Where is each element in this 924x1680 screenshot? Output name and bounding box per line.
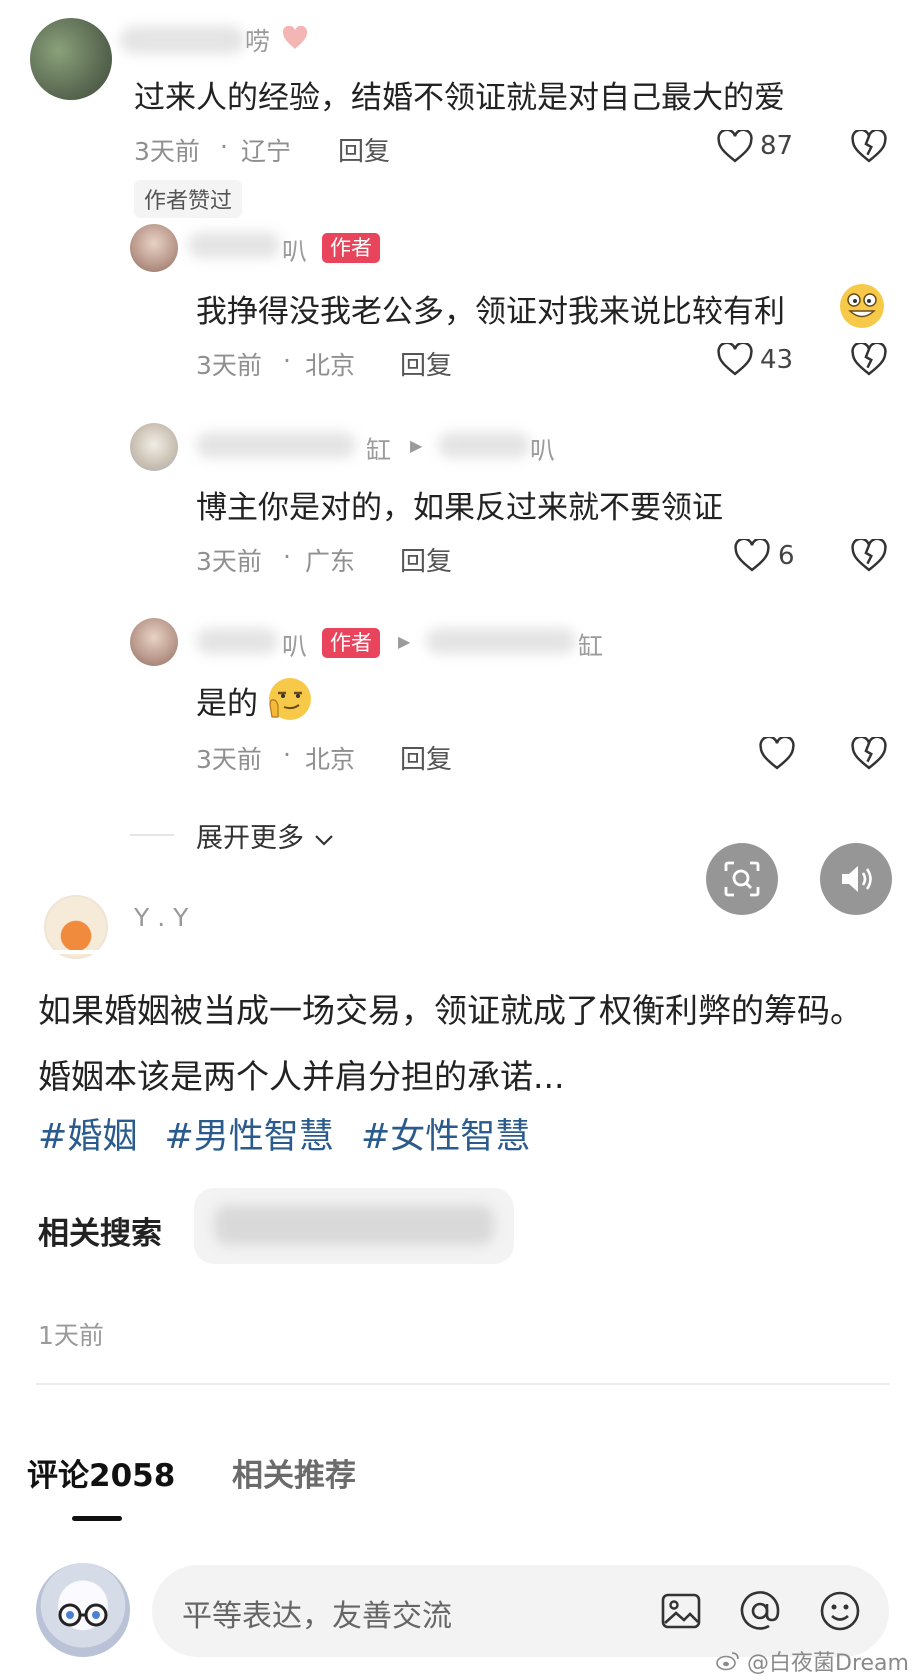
reply-button[interactable]: 回复	[338, 131, 390, 168]
reply-button[interactable]: 回复	[400, 739, 452, 776]
blurred-username	[196, 628, 278, 654]
reply-target-suffix[interactable]: 叭	[530, 431, 555, 467]
like-icon[interactable]	[733, 539, 771, 573]
reply-button[interactable]: 回复	[400, 541, 452, 578]
username-suffix[interactable]: 叭	[282, 232, 307, 268]
my-avatar[interactable]	[36, 1563, 130, 1657]
blurred-username	[196, 432, 356, 458]
comment-input-placeholder: 平等表达，友善交流	[182, 1599, 452, 1634]
content-card-edge	[0, 950, 924, 954]
reply-arrow-icon: ▶	[398, 632, 411, 651]
avatar[interactable]	[130, 423, 178, 471]
username-suffix[interactable]: 唠	[245, 22, 270, 58]
meta-dot: ·	[283, 542, 291, 571]
blurred-username	[438, 432, 530, 458]
dislike-icon[interactable]	[850, 130, 888, 164]
comment-text: 博主你是对的，如果反过来就不要领证	[196, 490, 723, 526]
author-badge: 作者	[322, 233, 380, 263]
post-time: 1天前	[38, 1321, 104, 1350]
author-badge: 作者	[322, 628, 380, 658]
comment-time: 3天前	[196, 351, 262, 380]
like-count: 87	[760, 131, 794, 161]
sound-button[interactable]	[820, 843, 892, 915]
comment-location: 辽宁	[241, 137, 292, 166]
reply-button[interactable]: 回复	[400, 345, 452, 382]
grin-emoji-icon	[838, 282, 886, 330]
divider	[36, 1383, 890, 1385]
scan-search-icon	[724, 861, 760, 897]
comment-time: 3天前	[196, 745, 262, 774]
dislike-icon[interactable]	[850, 343, 888, 377]
speaker-icon	[842, 866, 872, 892]
post-body: 如果婚姻被当成一场交易，领证就成了权衡利弊的筹码。婚姻本该是两个人并肩分担的承诺…	[38, 991, 863, 1096]
blurred-username	[120, 26, 245, 54]
comment-text: 是的	[196, 686, 258, 722]
hashtag[interactable]: #女性智慧	[361, 1117, 530, 1157]
comment-location: 北京	[305, 351, 356, 380]
blurred-username	[426, 628, 576, 654]
author-liked-tag: 作者赞过	[134, 180, 243, 218]
post-author-name[interactable]: Y . Y	[134, 903, 188, 932]
comment-time: 3天前	[134, 137, 200, 166]
avatar[interactable]	[30, 18, 112, 100]
scan-search-button[interactable]	[706, 843, 778, 915]
expand-more-button[interactable]: 展开更多	[196, 816, 335, 855]
comment-location: 北京	[305, 745, 356, 774]
expand-more-label: 展开更多	[196, 823, 304, 854]
watermark-text: @白夜菌Dream	[747, 1651, 909, 1676]
image-icon[interactable]	[660, 1591, 702, 1631]
related-search-label: 相关搜索	[38, 1216, 162, 1252]
avatar[interactable]	[130, 224, 178, 272]
weibo-logo-icon	[716, 1651, 740, 1677]
like-icon[interactable]	[716, 343, 754, 377]
meta-dot: ·	[220, 132, 228, 161]
expand-divider	[130, 834, 174, 836]
like-count: 43	[760, 345, 794, 375]
hashtag[interactable]: #男性智慧	[164, 1117, 333, 1157]
like-icon[interactable]	[758, 737, 796, 771]
tab-related-recommend[interactable]: 相关推荐	[232, 1450, 356, 1495]
hashtag[interactable]: #婚姻	[38, 1117, 137, 1157]
emoji-icon[interactable]	[818, 1589, 862, 1633]
dislike-icon[interactable]	[850, 539, 888, 573]
comment-time: 3天前	[196, 547, 262, 576]
blurred-username	[188, 232, 280, 258]
watermark: @白夜菌Dream	[716, 1645, 909, 1677]
mention-icon[interactable]	[738, 1589, 782, 1633]
smirk-emoji-icon	[266, 675, 314, 723]
comment-text: 过来人的经验，结婚不领证就是对自己最大的爱	[134, 80, 785, 116]
reply-target-suffix[interactable]: 缸	[578, 627, 603, 663]
heart-emoji-icon	[282, 26, 308, 50]
active-tab-indicator	[72, 1516, 122, 1521]
username-suffix[interactable]: 缸	[366, 431, 391, 467]
like-icon[interactable]	[716, 130, 754, 164]
comment-input[interactable]: 平等表达，友善交流	[152, 1565, 889, 1657]
meta-dot: ·	[283, 346, 291, 375]
comment-text: 我挣得没我老公多，领证对我来说比较有利	[196, 294, 785, 330]
comment-location: 广东	[305, 547, 356, 576]
tab-comments[interactable]: 评论2058	[27, 1450, 175, 1495]
username-suffix[interactable]: 叭	[282, 627, 307, 663]
meta-dot: ·	[283, 740, 291, 769]
glasses-avatar-face	[58, 1603, 108, 1627]
dislike-icon[interactable]	[850, 737, 888, 771]
reply-arrow-icon: ▶	[410, 436, 423, 455]
like-count: 6	[778, 541, 795, 571]
avatar[interactable]	[130, 618, 178, 666]
blurred-search-term	[214, 1205, 494, 1245]
chevron-down-icon	[313, 824, 335, 855]
hashtag-list: #婚姻 #男性智慧 #女性智慧	[38, 1108, 546, 1159]
